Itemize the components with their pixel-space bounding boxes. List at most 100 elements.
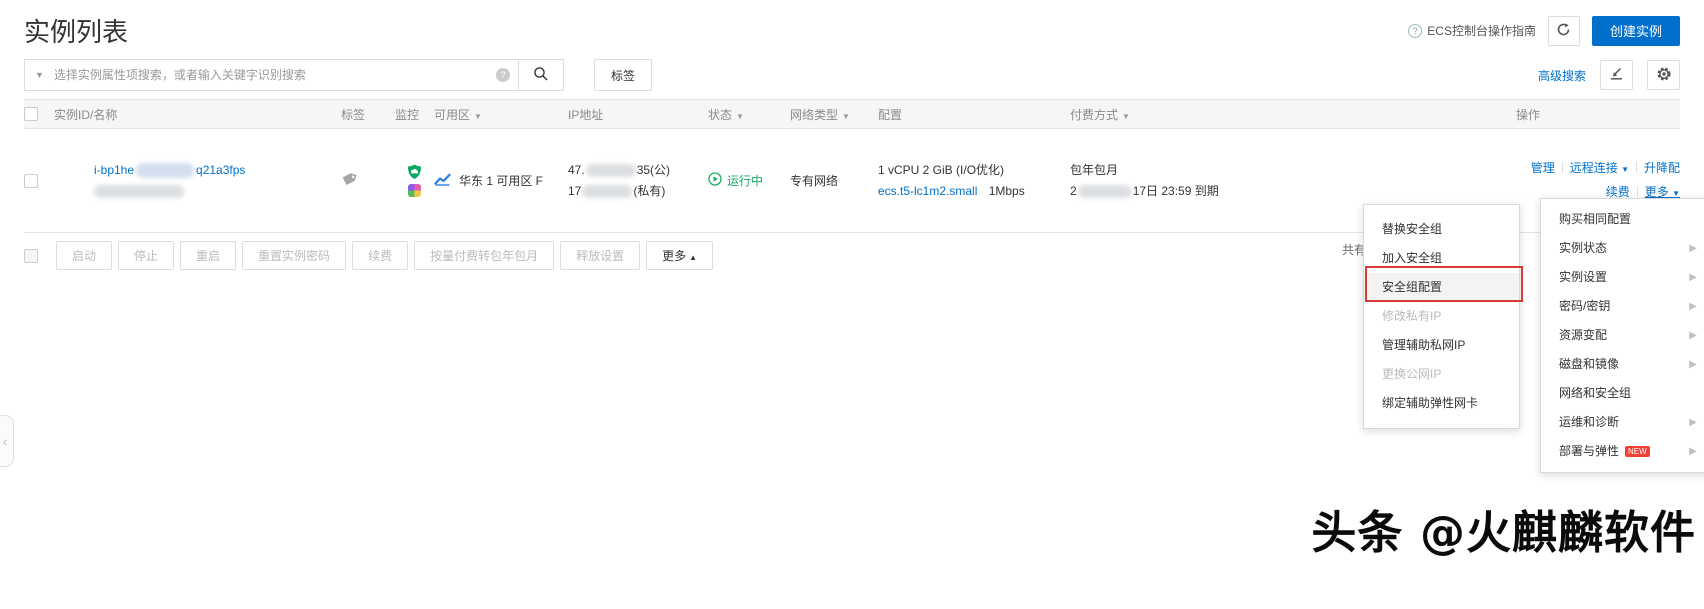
create-instance-button[interactable]: 创建实例 (1591, 15, 1680, 46)
col-header-billing[interactable]: 付费方式 ▼ (1070, 106, 1400, 123)
tag-filter-button[interactable]: 标签 (594, 59, 653, 91)
caret-down-icon: ▼ (1621, 164, 1629, 174)
ecs-console-page: 实例列表 ? ECS控制台操作指南 创建实例 ▼ ? (0, 0, 1704, 609)
start-button[interactable]: 启动 (56, 241, 113, 270)
menu-item-buy-same-config[interactable]: 购买相同配置 (1541, 205, 1704, 234)
menu-item-change-public-ip[interactable]: 更换公网IP (1364, 360, 1519, 389)
security-cell (395, 164, 434, 197)
menu-item-join-security-group[interactable]: 加入安全组 (1364, 244, 1519, 273)
submenu-arrow-icon: ▶ (1689, 417, 1697, 428)
export-button[interactable] (1600, 60, 1633, 90)
running-status-icon (708, 172, 722, 189)
remote-connect-link[interactable]: 远程连接 ▼ (1570, 161, 1629, 175)
submenu-arrow-icon: ▶ (1689, 330, 1697, 341)
select-all-checkbox[interactable] (24, 107, 38, 121)
network-type-cell: 专有网络 (790, 174, 839, 188)
renew-link[interactable]: 续费 (1606, 185, 1630, 199)
menu-item-network-security-group[interactable]: 网络和安全组 (1541, 379, 1704, 408)
upgrade-downgrade-link[interactable]: 升降配 (1644, 161, 1680, 175)
menu-item-deploy-elasticity[interactable]: 部署与弹性 NEW ▶ (1541, 437, 1704, 466)
security-shield-icon[interactable] (407, 164, 422, 183)
search-dropdown-caret-icon[interactable]: ▼ (35, 70, 44, 80)
tag-icon[interactable] (341, 173, 357, 190)
sort-caret-icon: ▼ (842, 111, 850, 121)
col-header-instance-id[interactable]: 实例ID/名称 (54, 106, 341, 123)
more-actions-link[interactable]: 更多 ▼ (1645, 185, 1680, 199)
sort-caret-icon: ▼ (474, 111, 482, 121)
manage-link[interactable]: 管理 (1531, 161, 1555, 175)
col-header-config[interactable]: 配置 (878, 106, 1070, 123)
footer-select-all-checkbox[interactable] (24, 248, 38, 263)
ip-cell: 47. 35(公) 17 (私有) (568, 160, 708, 202)
more-dropdown-menu: 购买相同配置 实例状态 ▶ 实例设置 ▶ 密码/密钥 ▶ 资源变配 ▶ 磁盘和镜像 ▶ 网… (1540, 198, 1704, 473)
table-header-row: 实例ID/名称 标签 监控 可用区 ▼ IP地址 状态 ▼ 网络类型 ▼ 配置 付费方… (24, 99, 1680, 129)
export-icon (1609, 66, 1624, 84)
menu-item-password-key[interactable]: 密码/密钥 ▶ (1541, 292, 1704, 321)
col-header-tag[interactable]: 标签 (341, 106, 395, 123)
ecs-guide-link[interactable]: ? ECS控制台操作指南 (1408, 22, 1536, 39)
public-ip: 47. 35(公) (568, 162, 671, 177)
col-header-status[interactable]: 状态 ▼ (708, 106, 790, 123)
status-badge: 运行中 (727, 174, 764, 188)
sidebar-collapse-handle[interactable]: ‹ (0, 415, 14, 467)
sort-caret-icon: ▼ (736, 111, 744, 121)
help-circle-icon: ? (1408, 23, 1423, 38)
filter-right: 高级搜索 (1538, 60, 1680, 90)
menu-item-instance-settings[interactable]: 实例设置 ▶ (1541, 263, 1704, 292)
stop-button[interactable]: 停止 (118, 241, 175, 270)
instance-id-link[interactable]: i-bp1he q21a3fps (94, 163, 245, 179)
menu-item-modify-private-ip[interactable]: 修改私有IP (1364, 302, 1519, 331)
search-button[interactable] (518, 59, 564, 91)
submenu-arrow-icon: ▶ (1689, 272, 1697, 283)
search-help-icon[interactable]: ? (496, 68, 510, 82)
instance-type-link[interactable]: ecs.t5-lc1m2.small (878, 184, 977, 198)
col-header-ip[interactable]: IP地址 (568, 106, 708, 123)
status-cell: 运行中 (708, 172, 790, 189)
menu-item-security-group-config[interactable]: 安全组配置 (1364, 273, 1519, 302)
separator (1636, 185, 1638, 197)
col-header-actions: 操作 (1515, 107, 1540, 122)
separator (1561, 161, 1563, 173)
top-bar: 实例列表 ? ECS控制台操作指南 创建实例 (0, 0, 1704, 53)
submenu-arrow-icon: ▶ (1689, 301, 1697, 312)
submenu-arrow-icon: ▶ (1689, 243, 1697, 254)
submenu-arrow-icon: ▶ (1689, 359, 1697, 370)
chevron-left-icon: ‹ (2, 433, 8, 449)
top-bar-actions: ? ECS控制台操作指南 创建实例 (1408, 15, 1680, 46)
menu-item-replace-security-group[interactable]: 替换安全组 (1364, 215, 1519, 244)
refresh-button[interactable] (1547, 15, 1580, 46)
menu-item-instance-status[interactable]: 实例状态 ▶ (1541, 234, 1704, 263)
menu-item-resource-change[interactable]: 资源变配 ▶ (1541, 321, 1704, 350)
page-title: 实例列表 (24, 17, 129, 47)
menu-item-bind-secondary-eni[interactable]: 绑定辅助弹性网卡 (1364, 389, 1519, 418)
expire-date: 2 17日 23:59 到期 (1070, 183, 1219, 198)
release-settings-button[interactable]: 释放设置 (560, 241, 641, 270)
advanced-search-link[interactable]: 高级搜索 (1538, 67, 1586, 84)
convert-billing-button[interactable]: 按量付费转包年包月 (414, 241, 555, 270)
billing-cell: 包年包月 2 17日 23:59 到期 (1070, 160, 1400, 202)
zone-label[interactable]: 华东 1 可用区 F (459, 172, 543, 189)
settings-button[interactable] (1647, 60, 1680, 90)
watermark-text: 头条 @火麒麟软件 (1311, 506, 1696, 559)
menu-item-manage-secondary-private-ip[interactable]: 管理辅助私网IP (1364, 331, 1519, 360)
restart-button[interactable]: 重启 (180, 241, 237, 270)
col-header-network-type[interactable]: 网络类型 ▼ (790, 106, 878, 123)
network-security-submenu: 替换安全组 加入安全组 安全组配置 修改私有IP 管理辅助私网IP 更换公网IP… (1363, 204, 1520, 429)
gear-icon (1656, 66, 1672, 85)
footer-more-button[interactable]: 更多 ▲ (646, 241, 714, 270)
row-checkbox[interactable] (24, 173, 38, 188)
search-input[interactable] (53, 68, 496, 82)
monitor-chart-icon[interactable] (434, 173, 451, 189)
refresh-icon (1556, 22, 1571, 40)
submenu-arrow-icon: ▶ (1689, 446, 1697, 457)
app-badge-icon (408, 184, 421, 197)
col-header-zone[interactable]: 可用区 ▼ (434, 106, 568, 123)
search-box: ▼ ? (24, 59, 518, 91)
renew-button[interactable]: 续费 (352, 241, 409, 270)
menu-item-disk-image[interactable]: 磁盘和镜像 ▶ (1541, 350, 1704, 379)
menu-item-ops-diagnosis[interactable]: 运维和诊断 ▶ (1541, 408, 1704, 437)
col-header-monitor[interactable]: 监控 (395, 106, 434, 123)
reset-password-button[interactable]: 重置实例密码 (242, 241, 347, 270)
separator (1635, 161, 1637, 173)
instance-id-cell: i-bp1he q21a3fps (54, 163, 341, 199)
